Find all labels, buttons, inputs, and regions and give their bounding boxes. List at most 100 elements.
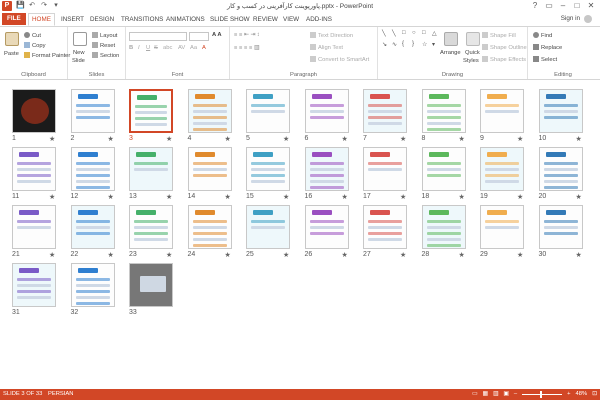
slideshow-view-icon[interactable]: ▣ bbox=[503, 389, 508, 400]
alignment-buttons[interactable]: ≡ ≡ ≡ ≡ ▥ bbox=[234, 45, 259, 51]
shape-curve-icon[interactable]: ∿ bbox=[392, 41, 397, 48]
transition-star-icon[interactable]: ★ bbox=[225, 251, 231, 259]
underline-button[interactable]: U bbox=[146, 45, 150, 51]
slide-thumbnail-22[interactable] bbox=[70, 205, 115, 249]
shape-line2-icon[interactable]: ╲ bbox=[392, 30, 396, 37]
paste-icon[interactable] bbox=[5, 32, 19, 46]
transition-star-icon[interactable]: ★ bbox=[400, 135, 406, 143]
slide-thumbnail-7[interactable] bbox=[363, 89, 407, 133]
transition-star-icon[interactable]: ★ bbox=[517, 135, 523, 143]
transition-star-icon[interactable]: ★ bbox=[342, 135, 348, 143]
grow-font-button[interactable]: A A bbox=[212, 32, 222, 38]
shape-arrow-icon[interactable]: ↘ bbox=[382, 41, 387, 48]
avatar[interactable] bbox=[584, 15, 592, 23]
section-button[interactable]: Section bbox=[92, 52, 119, 59]
transition-star-icon[interactable]: ★ bbox=[108, 193, 114, 201]
tab-view[interactable]: VIEW bbox=[280, 14, 302, 25]
shapes-gallery[interactable]: ╲ ╲ □ ○ □ △ ↘ ∿ { } ☆ ▾ bbox=[380, 30, 444, 64]
arrange-icon[interactable] bbox=[444, 32, 458, 46]
slide-thumbnail-25[interactable] bbox=[246, 205, 290, 249]
slide-thumbnail-32[interactable] bbox=[70, 263, 115, 307]
tab-design[interactable]: DESIGN bbox=[87, 14, 117, 25]
shape-outline-button[interactable]: Shape Outline bbox=[482, 44, 527, 51]
tab-add-ins[interactable]: ADD-INS bbox=[303, 14, 335, 25]
slide-thumbnail-26[interactable] bbox=[304, 205, 349, 249]
zoom-out-icon[interactable]: – bbox=[514, 389, 517, 400]
slide-thumbnail-24[interactable] bbox=[187, 205, 232, 249]
ribbon-display-button[interactable]: ▭ bbox=[542, 0, 556, 11]
transition-star-icon[interactable]: ★ bbox=[517, 193, 523, 201]
minimize-button[interactable]: – bbox=[556, 0, 570, 11]
close-button[interactable]: ✕ bbox=[584, 0, 598, 11]
slide-thumbnail-18[interactable] bbox=[421, 147, 466, 191]
find-button[interactable]: Find bbox=[533, 32, 552, 39]
shape-brace-icon[interactable]: { bbox=[402, 41, 404, 47]
new-slide-button[interactable]: New bbox=[73, 50, 85, 56]
slide-thumbnail-12[interactable] bbox=[70, 147, 115, 191]
shape-star-icon[interactable]: ☆ bbox=[422, 41, 427, 48]
sign-in-link[interactable]: Sign in bbox=[561, 15, 580, 22]
zoom-level[interactable]: 48% bbox=[576, 389, 588, 400]
shape-rect-icon[interactable]: □ bbox=[402, 30, 406, 36]
arrange-button[interactable]: Arrange bbox=[440, 50, 461, 56]
slide-thumbnail-11[interactable] bbox=[12, 147, 56, 191]
help-button[interactable]: ? bbox=[528, 0, 542, 11]
paste-button[interactable]: Paste bbox=[4, 51, 19, 57]
slide-thumbnail-17[interactable] bbox=[363, 147, 407, 191]
transition-star-icon[interactable]: ★ bbox=[400, 251, 406, 259]
reading-view-icon[interactable]: ▥ bbox=[493, 389, 498, 400]
slide-thumbnail-10[interactable] bbox=[538, 89, 583, 133]
transition-star-icon[interactable]: ★ bbox=[49, 135, 55, 143]
transition-star-icon[interactable]: ★ bbox=[166, 251, 172, 259]
bold-button[interactable]: B bbox=[129, 45, 133, 51]
shape-triangle-icon[interactable]: △ bbox=[432, 30, 437, 37]
transition-star-icon[interactable]: ★ bbox=[283, 251, 289, 259]
tab-file[interactable]: FILE bbox=[2, 13, 26, 25]
format-painter-button[interactable]: Format Painter bbox=[24, 52, 70, 59]
slide-thumbnail-33[interactable] bbox=[129, 263, 173, 307]
transition-star-icon[interactable]: ★ bbox=[108, 251, 114, 259]
zoom-slider[interactable] bbox=[522, 391, 563, 398]
transition-star-icon[interactable]: ★ bbox=[283, 135, 289, 143]
shape-brace2-icon[interactable]: } bbox=[412, 41, 414, 47]
transition-star-icon[interactable]: ★ bbox=[400, 193, 406, 201]
layout-button[interactable]: Layout bbox=[92, 32, 117, 39]
slide-thumbnail-8[interactable] bbox=[421, 89, 466, 133]
shadow-button[interactable]: abc bbox=[163, 45, 172, 51]
slide-thumbnail-5[interactable] bbox=[246, 89, 290, 133]
slide-counter[interactable]: SLIDE 3 OF 33 bbox=[3, 389, 42, 400]
slide-thumbnail-23[interactable] bbox=[129, 205, 173, 249]
quick-styles-icon[interactable] bbox=[466, 32, 480, 46]
fit-slide-icon[interactable]: ⊡ bbox=[592, 389, 597, 400]
sorter-view-icon[interactable]: ▦ bbox=[482, 389, 487, 400]
italic-button[interactable]: I bbox=[138, 45, 140, 51]
font-color-button[interactable]: A bbox=[202, 45, 206, 51]
transition-star-icon[interactable]: ★ bbox=[459, 251, 465, 259]
tab-animations[interactable]: ANIMATIONS bbox=[163, 14, 208, 25]
quick-styles-button[interactable]: Quick bbox=[465, 50, 480, 56]
transition-star-icon[interactable]: ★ bbox=[459, 135, 465, 143]
slide-thumbnail-27[interactable] bbox=[363, 205, 407, 249]
slide-thumbnail-2[interactable] bbox=[70, 89, 115, 133]
replace-button[interactable]: Replace bbox=[533, 44, 562, 51]
slide-thumbnail-3[interactable] bbox=[129, 89, 173, 133]
transition-star-icon[interactable]: ★ bbox=[342, 251, 348, 259]
slide-thumbnail-6[interactable] bbox=[304, 89, 349, 133]
slide-thumbnail-15[interactable] bbox=[246, 147, 290, 191]
tab-review[interactable]: REVIEW bbox=[250, 14, 281, 25]
transition-star-icon[interactable]: ★ bbox=[283, 193, 289, 201]
normal-view-icon[interactable]: ▭ bbox=[472, 389, 477, 400]
font-name-combo[interactable] bbox=[129, 32, 187, 41]
shape-more-icon[interactable]: ▾ bbox=[432, 41, 435, 48]
shape-oval-icon[interactable]: ○ bbox=[412, 30, 416, 36]
slide-thumbnail-16[interactable] bbox=[304, 147, 349, 191]
slide-thumbnail-20[interactable] bbox=[538, 147, 583, 191]
align-text-button[interactable]: Align Text bbox=[310, 44, 343, 51]
change-case-button[interactable]: Aa bbox=[190, 45, 197, 51]
transition-star-icon[interactable]: ★ bbox=[342, 193, 348, 201]
shape-effects-button[interactable]: Shape Effects bbox=[482, 56, 526, 63]
slide-thumbnail-13[interactable] bbox=[129, 147, 173, 191]
transition-star-icon[interactable]: ★ bbox=[49, 251, 55, 259]
transition-star-icon[interactable]: ★ bbox=[576, 135, 582, 143]
transition-star-icon[interactable]: ★ bbox=[576, 251, 582, 259]
